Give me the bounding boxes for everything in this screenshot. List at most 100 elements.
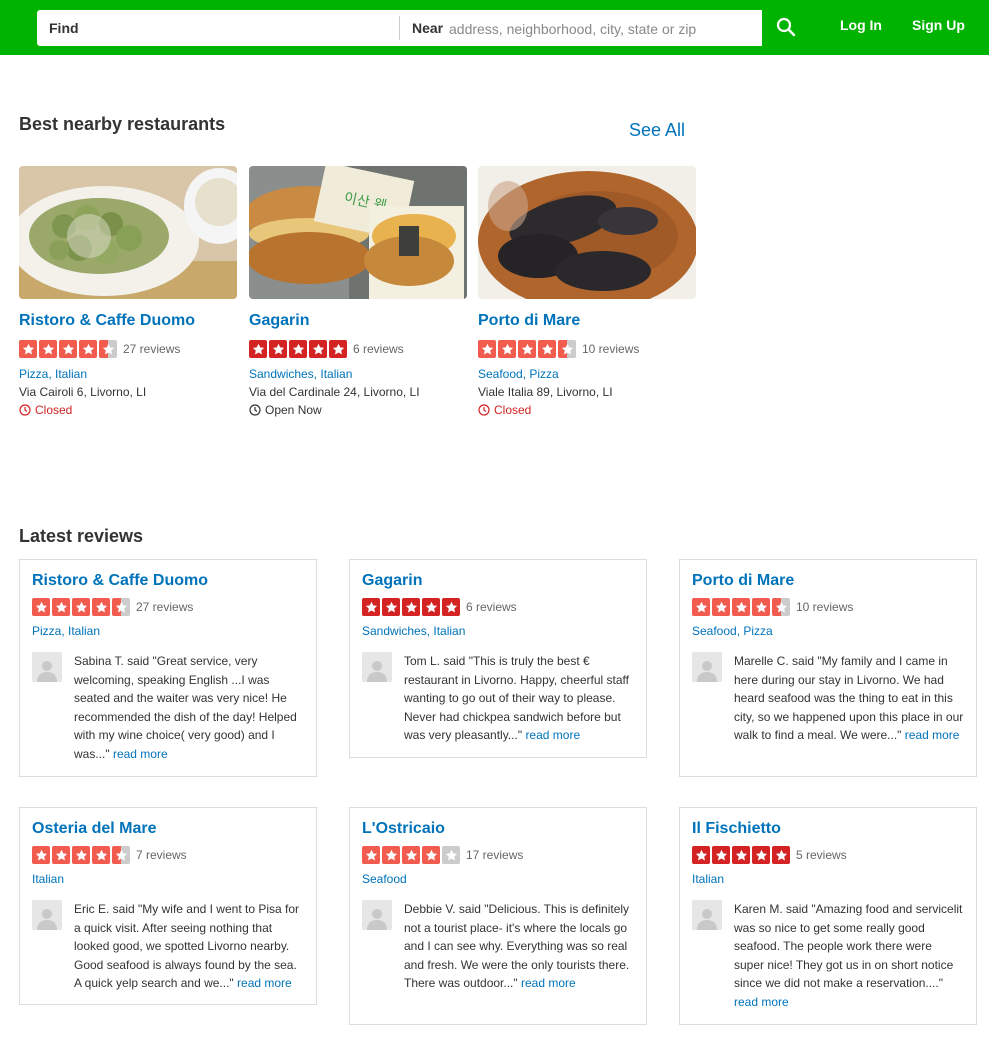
read-more-link[interactable]: read more [734,995,789,1009]
review-text: Debbie V. said "Delicious. This is defin… [404,902,630,991]
avatar[interactable] [362,652,392,682]
category-links[interactable]: Sandwiches, Italian [249,367,467,381]
star-icon [99,340,117,358]
restaurant-name[interactable]: Ristoro & Caffe Duomo [32,572,304,590]
star-icon [752,598,770,616]
signup-link[interactable]: Sign Up [912,17,965,33]
rating-row: 27 reviews [32,598,304,616]
category-links[interactable]: Seafood, Pizza [692,624,964,638]
avatar[interactable] [692,652,722,682]
star-icon [249,340,267,358]
category-link[interactable]: Italian [32,872,64,886]
star-icon [692,598,710,616]
star-icon [478,340,496,358]
restaurant-photo[interactable] [19,166,237,299]
read-more-link[interactable]: read more [521,976,576,990]
star-icon [19,340,37,358]
star-icon [52,846,70,864]
category-link[interactable]: Seafood, Pizza [478,367,559,381]
star-icon [59,340,77,358]
category-links[interactable]: Seafood [362,872,634,886]
restaurant-name[interactable]: L'Ostricaio [362,820,634,838]
top-header: Find Near Log In Sign Up [0,0,989,55]
category-link[interactable]: Seafood, Pizza [692,624,773,638]
review-count: 17 reviews [466,848,524,862]
category-links[interactable]: Italian [692,872,964,886]
search-icon [776,17,796,36]
address: Via Cairoli 6, Livorno, LI [19,385,147,399]
review-snippet: Eric E. said "My wife and I went to Pisa… [74,900,304,993]
read-more-link[interactable]: read more [525,728,580,742]
category-links[interactable]: Seafood, Pizza [478,367,696,381]
star-icon [79,340,97,358]
search-bar: Find Near [37,10,762,46]
star-icon [712,846,730,864]
read-more-link[interactable]: read more [905,728,960,742]
star-rating [362,598,460,616]
star-icon [92,846,110,864]
category-link[interactable]: Sandwiches, Italian [249,367,352,381]
see-all-link[interactable]: See All [629,120,685,141]
restaurant-name[interactable]: Porto di Mare [478,312,696,330]
open-status: Open Now [249,403,467,417]
read-more-link[interactable]: read more [237,976,292,990]
restaurant-name[interactable]: Porto di Mare [692,572,964,590]
rating-row: 10 reviews [692,598,964,616]
review-count: 27 reviews [136,600,194,614]
read-more-link[interactable]: read more [113,747,168,761]
address: Via del Cardinale 24, Livorno, LI [249,385,420,399]
review-count: 5 reviews [796,848,847,862]
address: Viale Italia 89, Livorno, LI [478,385,613,399]
login-link[interactable]: Log In [840,17,882,33]
review-count: 10 reviews [796,600,854,614]
review-text: Karen M. said "Amazing food and servicel… [734,902,963,991]
star-icon [422,598,440,616]
category-link[interactable]: Pizza, Italian [19,367,87,381]
find-input[interactable] [85,16,389,42]
category-links[interactable]: Pizza, Italian [32,624,304,638]
star-icon [732,846,750,864]
category-links[interactable]: Italian [32,872,304,886]
restaurant-name[interactable]: Gagarin [362,572,634,590]
star-icon [498,340,516,358]
star-icon [772,598,790,616]
restaurant-name[interactable]: Osteria del Mare [32,820,304,838]
avatar[interactable] [32,652,62,682]
category-link[interactable]: Italian [692,872,724,886]
star-icon [692,846,710,864]
user-icon [697,909,717,930]
avatar[interactable] [362,900,392,930]
rating-row: 6 reviews [362,598,634,616]
clock-icon [19,404,31,416]
category-links[interactable]: Sandwiches, Italian [362,624,634,638]
avatar[interactable] [692,900,722,930]
near-input[interactable] [447,16,756,42]
star-icon [518,340,536,358]
review-text: Tom L. said "This is truly the best € re… [404,654,630,743]
category-links[interactable]: Pizza, Italian [19,367,237,381]
restaurant-name[interactable]: Ristoro & Caffe Duomo [19,312,237,330]
review-snippet: Tom L. said "This is truly the best € re… [404,652,634,745]
rating-row: 6 reviews [249,340,467,358]
search-button[interactable] [762,10,810,46]
restaurant-name[interactable]: Gagarin [249,312,467,330]
star-icon [112,846,130,864]
category-link[interactable]: Seafood [362,872,407,886]
star-rating [478,340,576,358]
star-icon [442,846,460,864]
review-card: Gagarin 6 reviews Sandwiches, Italian To… [349,559,647,758]
review-count: 6 reviews [353,342,404,356]
restaurant-photo[interactable]: 이산 웨 [249,166,467,299]
rating-row: 17 reviews [362,846,634,864]
review-card: Il Fischietto 5 reviews Italian Karen M.… [679,807,977,1025]
restaurant-photo[interactable] [478,166,696,299]
star-rating [32,598,130,616]
review-count: 7 reviews [136,848,187,862]
restaurant-name[interactable]: Il Fischietto [692,820,964,838]
find-label: Find [49,20,79,36]
avatar[interactable] [32,900,62,930]
category-link[interactable]: Pizza, Italian [32,624,100,638]
review-snippet: Sabina T. said "Great service, very welc… [74,652,304,764]
review-snippet: Marelle C. said "My family and I came in… [734,652,964,745]
category-link[interactable]: Sandwiches, Italian [362,624,465,638]
